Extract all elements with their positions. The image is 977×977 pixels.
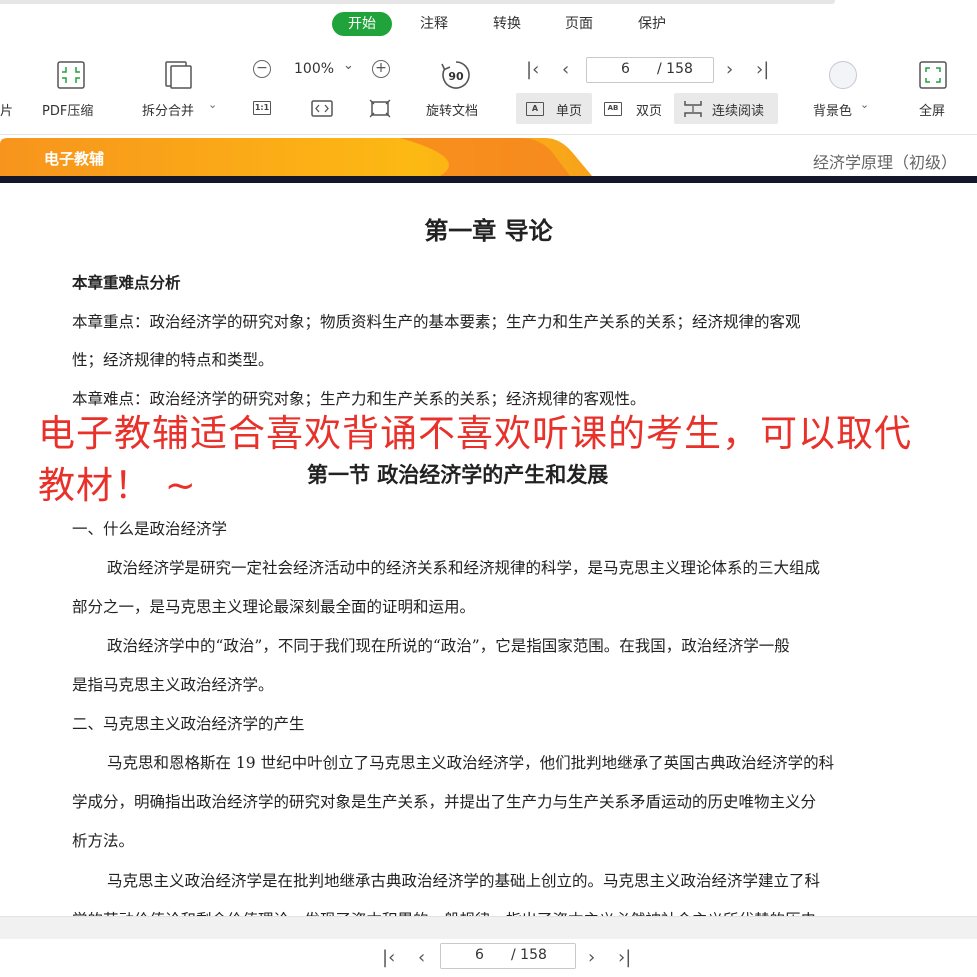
single-page-icon: A [526, 102, 544, 116]
partial-tool-label[interactable]: 片 [0, 100, 13, 119]
tab-start[interactable]: 开始 [332, 12, 392, 36]
background-color-label: 背景色 [813, 104, 853, 119]
actual-size-icon[interactable]: 1:1 [253, 101, 271, 115]
fit-width-icon[interactable] [311, 100, 333, 117]
paragraph-2-line-2: 是指马克思主义政治经济学。 [72, 676, 274, 694]
difficult-points-line: 本章难点：政治经济学的研究对象；生产力和生产关系的关系；经济规律的客观性。 [72, 390, 646, 408]
paragraph-3-line-3: 析方法。 [72, 832, 135, 850]
key-points-line-1: 本章重点：政治经济学的研究对象；物质资料生产的基本要素；生产力和生产关系的关系；… [72, 313, 801, 331]
paragraph-1-line-2: 部分之一，是马克思主义理论最深刻最全面的证明和运用。 [72, 598, 476, 616]
bottom-page-bar: |‹ ‹ 6 / 158 › ›| [0, 916, 977, 977]
compress-icon [57, 61, 85, 89]
paragraph-2-line-1: 政治经济学中的“政治”，不同于我们现在所说的“政治”，它是指国家范围。在我国，政… [107, 637, 790, 655]
zoom-in-icon[interactable]: + [372, 60, 390, 78]
subheading-2: 二、马克思主义政治经济学的产生 [72, 715, 305, 733]
continuous-read-icon [684, 101, 702, 117]
fullscreen-icon [919, 61, 947, 89]
key-points-line-2: 性；经济规律的特点和类型。 [72, 351, 274, 369]
zoom-level[interactable]: 100% [294, 61, 334, 77]
chapter-title: 第一章 导论 [424, 216, 553, 245]
single-page-button[interactable]: A 单页 [516, 93, 592, 124]
rotate-badge: 90 [448, 70, 464, 83]
split-merge-label: 拆分合并 [142, 104, 195, 119]
document-header-banner: 电子教辅 经济学原理（初级） [0, 138, 977, 178]
window-scrollbar[interactable] [0, 0, 835, 4]
last-page-icon[interactable]: ›| [756, 61, 769, 79]
paragraph-3-line-1: 马克思和恩格斯在 19 世纪中叶创立了马克思主义政治经济学，他们批判地继承了英国… [107, 754, 835, 772]
top-toolbar: 开始 注释 转换 页面 保护 片 PDF压缩 拆分合并 ⌄ − 100% ⌄ +… [0, 0, 977, 135]
double-page-label: 双页 [636, 104, 663, 119]
color-swatch-icon [829, 61, 857, 89]
bottom-total-pages: / 158 [511, 947, 547, 963]
paragraph-3-line-2: 学成分，明确指出政治经济学的研究对象是生产关系，并提出了生产力与生产关系矛盾运动… [72, 793, 817, 811]
bottom-page-number-input[interactable]: 6 / 158 [440, 943, 576, 969]
fullscreen-label: 全屏 [919, 104, 946, 119]
pdf-compress-label: PDF压缩 [42, 104, 94, 119]
paragraph-4-line-2: 学的劳动价值论和剩余价值理论，发现了资本积累的一般规律，指出了资本主义必然被社会… [72, 908, 816, 916]
banner-book-title: 经济学原理（初级） [812, 153, 957, 172]
next-page-icon[interactable]: › [588, 949, 595, 967]
chevron-down-icon: ⌄ [860, 98, 870, 111]
zoom-out-icon[interactable]: − [253, 60, 271, 78]
split-merge-icon [165, 61, 192, 89]
single-page-label: 单页 [556, 104, 583, 119]
first-page-icon[interactable]: |‹ [382, 949, 395, 967]
prev-page-icon[interactable]: ‹ [562, 61, 569, 79]
paragraph-1-line-1: 政治经济学是研究一定社会经济活动中的经济关系和经济规律的科学，是马克思主义理论体… [107, 559, 821, 577]
ribbon-tabs: 开始 注释 转换 页面 保护 [0, 12, 977, 36]
rotate-icon: 90 [441, 61, 470, 89]
current-page: 6 [621, 61, 630, 77]
last-page-icon[interactable]: ›| [618, 949, 631, 967]
paragraph-4-line-1: 马克思主义政治经济学是在批判地继承古典政治经济学的基础上创立的。马克思主义政治经… [107, 872, 821, 890]
continuous-read-button[interactable]: 连续阅读 [674, 93, 778, 124]
next-page-icon[interactable]: › [726, 61, 733, 79]
prev-page-icon[interactable]: ‹ [418, 949, 425, 967]
tab-protect[interactable]: 保护 [636, 12, 668, 36]
page-number-input[interactable]: 6 / 158 [586, 57, 714, 83]
continuous-read-label: 连续阅读 [712, 104, 765, 119]
total-pages: / 158 [657, 61, 693, 77]
fit-page-icon[interactable] [369, 99, 391, 118]
subheading-1: 一、什么是政治经济学 [72, 520, 228, 538]
banner-left-title: 电子教辅 [44, 150, 105, 168]
bottom-current-page: 6 [475, 947, 484, 963]
horizontal-scrollbar[interactable] [0, 917, 977, 939]
zoom-dropdown-icon[interactable]: ⌄ [343, 58, 354, 73]
tab-convert[interactable]: 转换 [491, 12, 523, 36]
promo-overlay-text: 电子教辅适合喜欢背诵不喜欢听课的考生，可以取代教材！ ~ [38, 412, 912, 507]
document-page[interactable]: 第一章 导论 本章重难点分析 本章重点：政治经济学的研究对象；物质资料生产的基本… [0, 183, 977, 916]
double-page-icon: AB [604, 102, 622, 116]
key-points-heading: 本章重难点分析 [72, 273, 181, 292]
chevron-down-icon: ⌄ [208, 98, 218, 111]
first-page-icon[interactable]: |‹ [526, 61, 539, 79]
tab-annotate[interactable]: 注释 [418, 12, 450, 36]
banner-divider [0, 176, 977, 183]
tab-page[interactable]: 页面 [563, 12, 595, 36]
rotate-document-label: 旋转文档 [426, 104, 479, 119]
